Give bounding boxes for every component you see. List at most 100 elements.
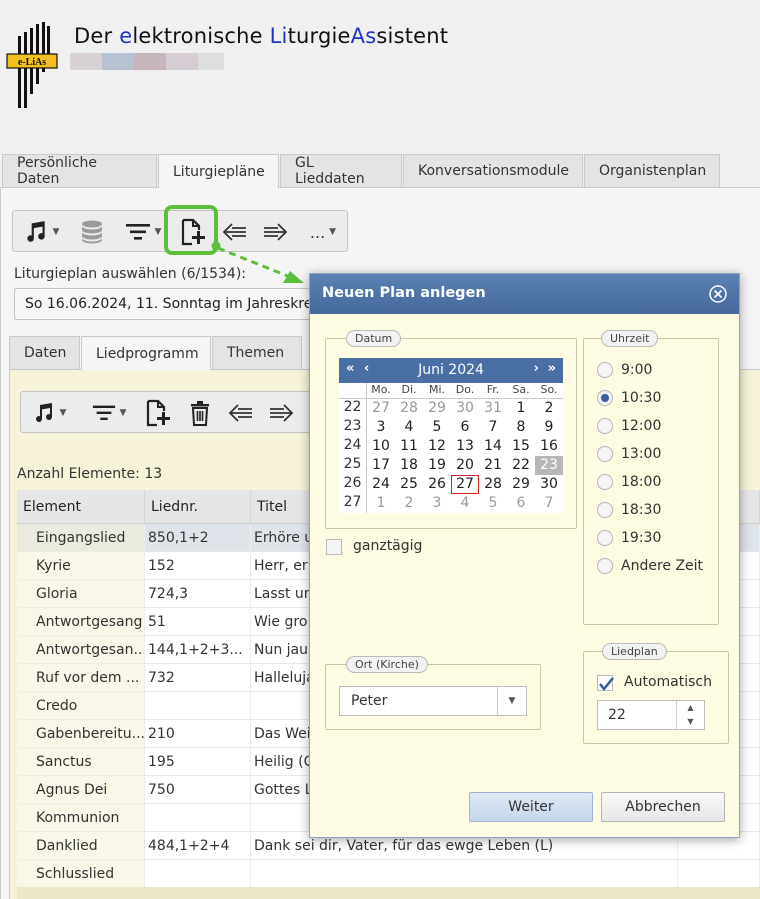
time-option[interactable]: 9:00 [597, 360, 652, 380]
abbrechen-button[interactable]: Abbrechen [601, 792, 725, 822]
time-option[interactable]: 18:00 [597, 472, 661, 492]
calendar-day[interactable]: 6 [507, 494, 535, 513]
week-number: 23 [339, 418, 367, 437]
tab-main-2[interactable]: GL Lieddaten [280, 154, 402, 188]
plan-select[interactable]: So 16.06.2024, 11. Sonntag im Jahreskrei… [14, 288, 324, 320]
calendar-day[interactable]: 22 [507, 456, 535, 475]
allday-checkbox[interactable] [326, 539, 342, 555]
calendar-day[interactable]: 15 [507, 437, 535, 456]
calendar-day[interactable]: 29 [423, 399, 451, 418]
column-header-element[interactable]: Element [17, 490, 145, 524]
calendar-day[interactable]: 11 [395, 437, 423, 456]
time-radio[interactable] [597, 362, 613, 378]
next-year-button[interactable]: » [548, 361, 556, 376]
time-label: 19:30 [621, 530, 662, 546]
time-option[interactable]: 12:00 [597, 416, 661, 436]
calendar-day[interactable]: 7 [535, 494, 563, 513]
tab-sub-2[interactable]: Themen [212, 336, 302, 370]
tab-main-1[interactable]: Liturgiepläne [158, 154, 279, 189]
add-element-button[interactable] [141, 397, 175, 429]
calendar-day[interactable]: 30 [535, 475, 563, 494]
calendar-day[interactable]: 12 [423, 437, 451, 456]
weekday-label: Sa. [512, 383, 530, 396]
calendar-day[interactable]: 3 [367, 418, 395, 437]
calendar-day[interactable]: 9 [535, 418, 563, 437]
calendar-day[interactable]: 4 [395, 418, 423, 437]
title-part: sistent [376, 24, 449, 48]
time-option[interactable]: 18:30 [597, 500, 661, 520]
calendar-day[interactable]: 2 [535, 399, 563, 418]
time-radio[interactable] [597, 390, 613, 406]
calendar-day[interactable]: 27 [367, 399, 395, 418]
calendar-day[interactable]: 6 [451, 418, 479, 437]
liedplan-number-field[interactable]: 22 ▲ ▼ [597, 700, 705, 730]
time-radio[interactable] [597, 502, 613, 518]
automatisch-checkbox[interactable] [597, 675, 614, 691]
cell-liednr: 484,1+2+4 [145, 832, 251, 860]
calendar-day[interactable]: 26 [423, 475, 451, 494]
chevron-down-icon[interactable]: ▼ [497, 687, 526, 715]
calendar-week: 26 24 25 26 27 28 29 30 [339, 475, 563, 494]
calendar-month-title[interactable]: Juni 2024 [339, 362, 563, 378]
calendar-day[interactable]: 24 [367, 475, 395, 494]
column-header-liednr[interactable]: Liednr. [145, 490, 251, 524]
time-option[interactable]: 10:30 [597, 388, 661, 408]
next-month-button[interactable]: › [534, 361, 539, 376]
calendar-day[interactable]: 23 [535, 456, 563, 475]
tab-sub-0[interactable]: Daten [9, 336, 80, 370]
decrement-icon[interactable]: ▼ [676, 715, 704, 729]
calendar-day[interactable]: 17 [367, 456, 395, 475]
move-up-button[interactable] [225, 398, 257, 428]
inner-filter-menu-button[interactable]: ▼ [83, 398, 135, 428]
calendar-day[interactable]: 31 [479, 399, 507, 418]
calendar-day[interactable]: 27 [451, 475, 479, 494]
calendar-day[interactable]: 5 [423, 418, 451, 437]
calendar-day[interactable]: 1 [507, 399, 535, 418]
time-radio[interactable] [597, 446, 613, 462]
database-button[interactable] [75, 217, 109, 247]
calendar-day[interactable]: 4 [451, 494, 479, 513]
time-option[interactable]: Andere Zeit [597, 556, 703, 576]
time-radio[interactable] [597, 474, 613, 490]
increment-icon[interactable]: ▲ [676, 701, 704, 715]
calendar-day[interactable]: 16 [535, 437, 563, 456]
calendar-day[interactable]: 2 [395, 494, 423, 513]
inner-music-menu-button[interactable]: ▼ [27, 398, 71, 428]
calendar-day[interactable]: 1 [367, 494, 395, 513]
tab-main-0[interactable]: Persönliche Daten [2, 154, 157, 188]
calendar-day[interactable]: 21 [479, 456, 507, 475]
ort-select[interactable]: Peter ▼ [339, 686, 527, 716]
tab-main-4[interactable]: Organistenplan [584, 154, 720, 188]
time-radio[interactable] [597, 418, 613, 434]
pointer-arrow [211, 241, 304, 283]
calendar-day[interactable]: 18 [395, 456, 423, 475]
calendar-day[interactable]: 20 [451, 456, 479, 475]
move-down-button[interactable] [265, 398, 297, 428]
calendar-day[interactable]: 13 [451, 437, 479, 456]
calendar-day[interactable]: 28 [395, 399, 423, 418]
tab-main-3[interactable]: Konversationsmodule [403, 154, 583, 188]
calendar-day[interactable]: 3 [423, 494, 451, 513]
calendar-day[interactable]: 5 [479, 494, 507, 513]
time-radio[interactable] [597, 530, 613, 546]
calendar-day[interactable]: 8 [507, 418, 535, 437]
close-icon[interactable] [709, 285, 727, 303]
filter-menu-button[interactable]: ▼ [117, 217, 169, 247]
weiter-button[interactable]: Weiter [469, 792, 593, 822]
calendar-day[interactable]: 7 [479, 418, 507, 437]
calendar-day[interactable]: 30 [451, 399, 479, 418]
tab-sub-1[interactable]: Liedprogramm [81, 336, 211, 371]
calendar-day[interactable]: 10 [367, 437, 395, 456]
music-menu-button[interactable]: ▼ [19, 217, 63, 247]
time-option[interactable]: 19:30 [597, 528, 661, 548]
calendar-day[interactable]: 25 [395, 475, 423, 494]
cell-element: Kommunion [17, 804, 145, 832]
calendar-day[interactable]: 28 [479, 475, 507, 494]
calendar-day[interactable]: 14 [479, 437, 507, 456]
time-radio[interactable] [597, 558, 613, 574]
calendar-day[interactable]: 29 [507, 475, 535, 494]
time-option[interactable]: 13:00 [597, 444, 661, 464]
delete-element-button[interactable] [183, 397, 217, 429]
table-row[interactable]: Schlusslied [17, 860, 760, 888]
calendar-day[interactable]: 19 [423, 456, 451, 475]
